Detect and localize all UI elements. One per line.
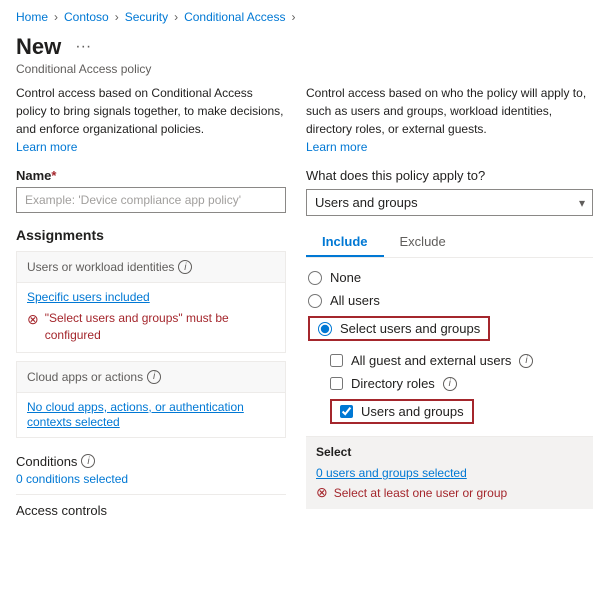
right-panel: Control access based on who the policy w… [306,84,593,526]
breadcrumb-home[interactable]: Home [16,10,48,24]
checkbox-guest-external-label: All guest and external users [351,353,511,368]
checkbox-users-groups-input[interactable] [340,405,353,418]
page-title: New [16,34,61,60]
users-error-row: ⊗ "Select users and groups" must be conf… [27,310,275,344]
radio-select-users: Select users and groups [308,316,591,341]
radio-none: None [308,270,591,285]
checkbox-directory-roles-label: Directory roles [351,376,435,391]
select-error-icon: ⊗ [316,484,328,501]
specific-users-link[interactable]: Specific users included [27,290,150,304]
select-error-row: ⊗ Select at least one user or group [316,484,583,501]
tab-include[interactable]: Include [306,228,384,257]
left-learn-more[interactable]: Learn more [16,140,77,154]
ellipsis-button[interactable]: ··· [69,36,97,58]
checkbox-group: All guest and external users i Directory… [330,353,591,424]
directory-info-icon[interactable]: i [443,377,457,391]
radio-select-users-input[interactable] [318,322,332,336]
users-box-content: Specific users included ⊗ "Select users … [17,283,285,352]
page-header: New ··· Conditional Access policy [0,30,609,84]
tab-exclude[interactable]: Exclude [384,228,462,257]
checkbox-guest-external-input[interactable] [330,354,343,367]
radio-select-users-label: Select users and groups [340,321,480,336]
name-label: Name* [16,168,286,183]
breadcrumb-conditional-access[interactable]: Conditional Access [184,10,285,24]
page-subtitle: Conditional Access policy [16,62,593,76]
checkbox-directory-roles: Directory roles i [330,376,591,391]
conditions-info-icon[interactable]: i [81,454,95,468]
conditions-header: Conditions i [16,454,286,469]
right-learn-more[interactable]: Learn more [306,140,367,154]
policy-dropdown[interactable]: Users and groups [306,189,593,216]
radio-options-container: None All users Select users and groups [306,270,593,424]
left-description: Control access based on Conditional Acce… [16,84,286,156]
cloud-apps-content: No cloud apps, actions, or authenticatio… [17,393,285,437]
left-panel: Control access based on Conditional Acce… [16,84,286,526]
cloud-info-icon[interactable]: i [147,370,161,384]
dropdown-wrapper: Users and groups ▾ [306,189,593,216]
guest-info-icon[interactable]: i [519,354,533,368]
users-error-icon: ⊗ [27,311,39,328]
checkbox-users-groups: Users and groups [330,399,591,424]
users-workload-box: Users or workload identities i Specific … [16,251,286,353]
checkbox-users-groups-box: Users and groups [330,399,474,424]
cloud-link[interactable]: No cloud apps, actions, or authenticatio… [27,400,244,429]
conditions-box: Conditions i 0 conditions selected [16,446,286,495]
right-description: Control access based on who the policy w… [306,84,593,156]
assignments-title: Assignments [16,227,286,243]
radio-all-users-input[interactable] [308,294,322,308]
checkbox-users-groups-label: Users and groups [361,404,464,419]
tabs: Include Exclude [306,228,593,258]
policy-question: What does this policy apply to? [306,168,593,183]
radio-none-label: None [330,270,361,285]
users-box-header: Users or workload identities i [17,252,285,283]
users-info-icon[interactable]: i [178,260,192,274]
access-controls-title: Access controls [16,495,286,526]
select-section-title: Select [316,445,583,459]
users-error-text: "Select users and groups" must be config… [45,310,275,344]
breadcrumb-contoso[interactable]: Contoso [64,10,109,24]
select-count-link[interactable]: 0 users and groups selected [316,466,467,480]
breadcrumb: Home › Contoso › Security › Conditional … [0,0,609,30]
cloud-apps-header: Cloud apps or actions i [17,362,285,393]
breadcrumb-security[interactable]: Security [125,10,168,24]
radio-select-users-box: Select users and groups [308,316,490,341]
select-section: Select 0 users and groups selected ⊗ Sel… [306,436,593,509]
radio-all-users: All users [308,293,591,308]
checkbox-directory-roles-input[interactable] [330,377,343,390]
radio-all-users-label: All users [330,293,380,308]
name-input[interactable] [16,187,286,213]
radio-none-input[interactable] [308,271,322,285]
conditions-value[interactable]: 0 conditions selected [16,472,286,486]
checkbox-guest-external: All guest and external users i [330,353,591,368]
select-error-text: Select at least one user or group [334,486,507,500]
radio-group: None All users Select users and groups [308,270,591,341]
cloud-apps-box: Cloud apps or actions i No cloud apps, a… [16,361,286,438]
